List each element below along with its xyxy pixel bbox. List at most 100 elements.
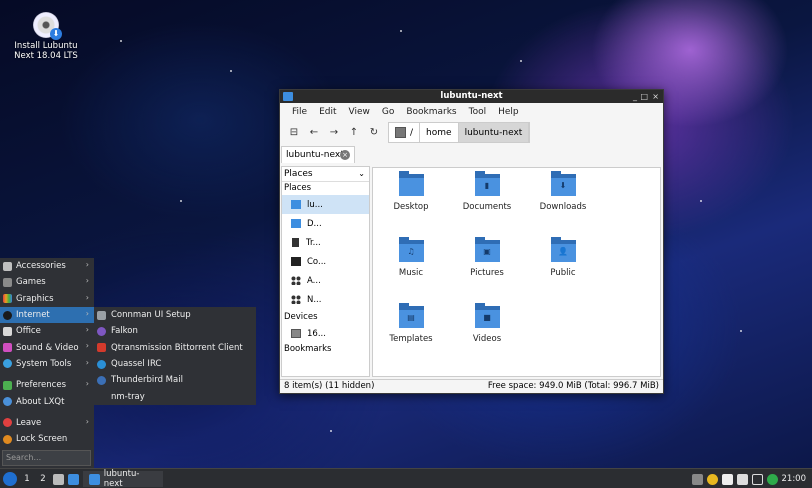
folder-item[interactable]: 👤 Public <box>525 237 601 278</box>
applications-icon <box>291 276 301 285</box>
submenu-qtransmission[interactable]: Qtransmission Bittorrent Client <box>94 340 256 356</box>
folder-item[interactable]: ▤ Templates <box>373 303 449 344</box>
network-icon <box>291 295 301 304</box>
submenu-falkon[interactable]: Falkon <box>94 323 256 339</box>
menu-view[interactable]: View <box>343 107 376 117</box>
menu-search-input[interactable]: Search... <box>2 450 91 466</box>
clock[interactable]: 21:00 <box>782 474 807 484</box>
place-desktop[interactable]: D... <box>282 214 369 233</box>
menu-sound-video[interactable]: Sound & Video › <box>0 339 94 355</box>
folder-music-icon: ♫ <box>398 237 424 262</box>
submenu-thunderbird[interactable]: Thunderbird Mail <box>94 372 256 388</box>
place-computer[interactable]: Co... <box>282 252 369 271</box>
menu-label: Sound & Video <box>16 342 79 353</box>
folder-item[interactable]: ▣ Pictures <box>449 237 525 278</box>
tab-close-icon[interactable]: × <box>340 150 350 160</box>
accessories-icon <box>3 261 12 271</box>
back-arrow-icon[interactable]: ← <box>304 123 324 143</box>
close-button[interactable]: × <box>652 91 659 102</box>
system-tools-icon <box>3 359 12 369</box>
file-manager-launcher-icon[interactable] <box>68 473 79 485</box>
place-trash[interactable]: Tr... <box>282 233 369 252</box>
folder-pictures-icon: ▣ <box>474 237 500 262</box>
submenu-quassel[interactable]: Quassel IRC <box>94 356 256 372</box>
place-label: A... <box>307 275 321 286</box>
menu-file[interactable]: File <box>286 107 313 117</box>
folder-label: Music <box>398 268 424 278</box>
lubuntu-menu-icon[interactable] <box>3 472 17 486</box>
volume-icon[interactable] <box>736 473 748 485</box>
workspace-1[interactable]: 1 <box>21 474 33 484</box>
reload-icon[interactable]: ↻ <box>364 123 384 143</box>
forward-arrow-icon[interactable]: → <box>324 123 344 143</box>
folder-item[interactable]: ⬇ Downloads <box>525 171 601 212</box>
graphics-icon <box>3 294 12 304</box>
workspace-2[interactable]: 2 <box>37 474 49 484</box>
folder-label: Documents <box>462 202 512 212</box>
up-arrow-icon[interactable]: ↑ <box>344 123 364 143</box>
keyboard-layout-icon[interactable] <box>691 473 703 485</box>
folder-label: Templates <box>389 334 433 344</box>
folder-item[interactable]: Desktop <box>373 171 449 212</box>
menu-edit[interactable]: Edit <box>313 107 342 117</box>
folder-item[interactable]: ♫ Music <box>373 237 449 278</box>
task-lubuntu-next[interactable]: lubuntu-next <box>83 469 163 488</box>
place-label: Tr... <box>306 237 321 248</box>
menu-internet[interactable]: Internet › <box>0 306 94 324</box>
submenu-label: Quassel IRC <box>111 359 162 370</box>
place-home[interactable]: lu... <box>282 195 369 214</box>
menu-system-tools[interactable]: System Tools › <box>0 356 94 372</box>
menu-about-lxqt[interactable]: About LXQt <box>0 393 94 409</box>
folder-item[interactable]: ■ Videos <box>449 303 525 344</box>
menu-games[interactable]: Games › <box>0 274 94 290</box>
trash-icon <box>292 238 299 247</box>
quassel-icon <box>97 359 106 369</box>
sound-video-icon <box>3 343 12 353</box>
task-label: lubuntu-next <box>103 469 140 488</box>
menu-go[interactable]: Go <box>376 107 400 117</box>
menu-office[interactable]: Office › <box>0 323 94 339</box>
crumb-home[interactable]: home <box>420 123 459 142</box>
updates-icon[interactable] <box>706 473 718 485</box>
connman-icon <box>97 310 106 320</box>
crumb-root[interactable]: / <box>389 123 421 142</box>
new-window-icon[interactable]: ⊟ <box>284 123 304 143</box>
side-pane-selector[interactable]: Places ⌄ <box>282 167 369 182</box>
menu-graphics[interactable]: Graphics › <box>0 291 94 307</box>
submenu-nm-tray[interactable]: nm-tray <box>94 388 256 404</box>
network-status-icon[interactable] <box>766 473 778 485</box>
menu-lock-screen[interactable]: Lock Screen <box>0 431 94 447</box>
menu-accessories[interactable]: Accessories › <box>0 258 94 274</box>
display-icon[interactable] <box>751 473 763 485</box>
folder-item[interactable]: ▮ Documents <box>449 171 525 212</box>
tab-lubuntu-next[interactable]: lubuntu-next × <box>281 146 355 163</box>
clipboard-icon[interactable] <box>721 473 733 485</box>
place-network[interactable]: N... <box>282 290 369 309</box>
place-label: D... <box>307 218 322 229</box>
nm-tray-icon <box>97 392 106 401</box>
folder-desktop-icon <box>398 171 424 196</box>
games-icon <box>3 277 12 287</box>
place-applications[interactable]: A... <box>282 271 369 290</box>
show-desktop-icon[interactable] <box>53 473 64 485</box>
device-drive[interactable]: 16... <box>282 324 369 343</box>
submenu-connman[interactable]: Connman UI Setup <box>94 307 256 323</box>
minimize-button[interactable]: _ <box>633 91 637 102</box>
menu-leave[interactable]: Leave › <box>0 415 94 431</box>
maximize-button[interactable]: □ <box>640 91 648 102</box>
file-manager-window: lubuntu-next _ □ × File Edit View Go Boo… <box>279 89 664 394</box>
crumb-current[interactable]: lubuntu-next <box>458 123 530 142</box>
menu-preferences[interactable]: Preferences › <box>0 377 94 393</box>
desktop-install-icon[interactable]: ⬇ Install Lubuntu Next 18.04 LTS <box>8 12 84 61</box>
folder-label: Downloads <box>539 202 587 212</box>
home-folder-icon <box>291 200 301 209</box>
menu-label: About LXQt <box>16 396 65 407</box>
tab-label: lubuntu-next <box>286 150 344 160</box>
menu-tool[interactable]: Tool <box>463 107 492 117</box>
window-titlebar[interactable]: lubuntu-next _ □ × <box>280 90 663 103</box>
menu-label: Graphics <box>16 293 54 304</box>
folder-templates-icon: ▤ <box>398 303 424 328</box>
place-label: Co... <box>307 256 327 267</box>
menu-bookmarks[interactable]: Bookmarks <box>400 107 462 117</box>
menu-help[interactable]: Help <box>492 107 525 117</box>
